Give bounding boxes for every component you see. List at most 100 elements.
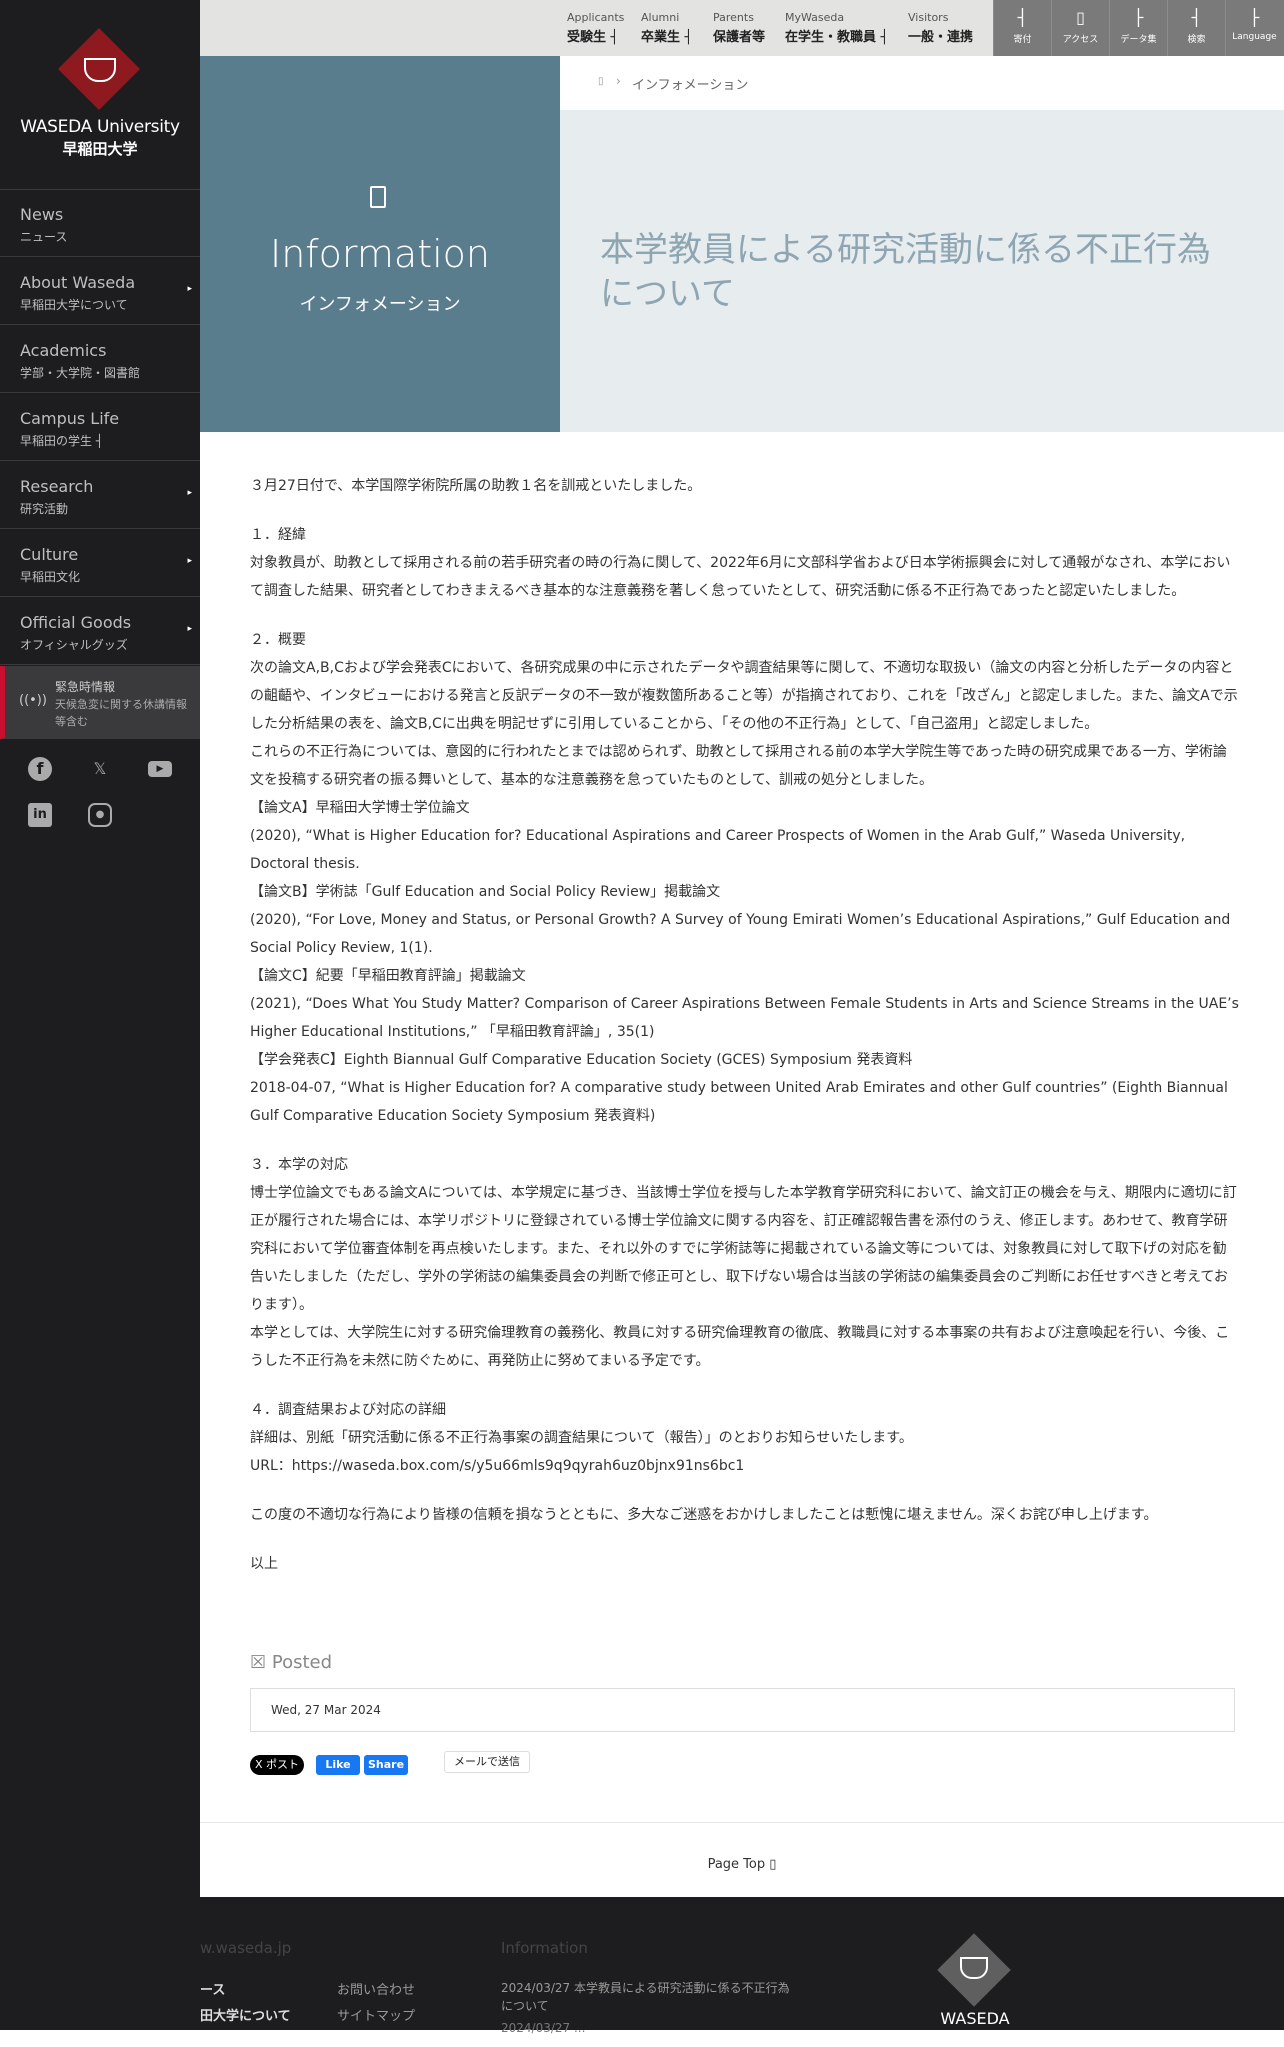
nav-item-official-goods[interactable]: Official Goods オフィシャルグッズ ▸	[0, 598, 200, 665]
article-paragraph: 【論文A】早稲田大学博士学位論文	[250, 800, 470, 816]
chevron-right-icon: ▸	[187, 556, 192, 566]
home-icon[interactable]: ▯	[598, 76, 604, 87]
broadcast-icon: ((•))	[19, 693, 47, 708]
search-icon: ┤	[1191, 8, 1202, 27]
youtube-icon[interactable]: ▶	[148, 761, 172, 777]
data-button[interactable]: ├ データ集	[1109, 0, 1167, 56]
article-paragraph: 【論文B】学術誌「Gulf Education and Social Polic…	[250, 884, 721, 900]
share-x-button[interactable]: X ポスト	[250, 1755, 304, 1775]
article-paragraph: ３月27日付で、本学国際学術院所属の助教１名を訓戒といたしました。	[250, 478, 702, 494]
search-button[interactable]: ┤ 検索	[1167, 0, 1225, 56]
article-paragraph: この度の不適切な行為により皆様の信頼を損なうとともに、多大なご迷惑をおかけしまし…	[250, 1507, 1158, 1523]
article-paragraph: 詳細は、別紙「研究活動に係る不正行為事案の調査結果について（報告）」のとおりお知…	[250, 1430, 913, 1446]
article-paragraph: 対象教員が、助教として採用される前の若手研究者の時の行為に関して、2022年6月…	[250, 555, 1231, 599]
footer-link-news[interactable]: ース	[200, 1979, 225, 1998]
article-paragraph: (2020), “For Love, Money and Status, or …	[250, 912, 1231, 956]
donate-icon: ┤	[1017, 8, 1028, 27]
breadcrumb-current: インフォメーション	[632, 78, 749, 93]
audience-en: Applicants	[567, 11, 625, 24]
facebook-like-button[interactable]: Like	[316, 1755, 360, 1775]
article-paragraph: 【論文C】紀要「早稲田教育評論」掲載論文	[250, 968, 526, 984]
article-paragraph: ３．本学の対応	[250, 1157, 348, 1173]
audience-link-visitors[interactable]: Visitors 一般・連携	[908, 11, 973, 45]
footer-link-about[interactable]: 田大学について	[200, 2005, 291, 2024]
page-top-link[interactable]: Page Top ▯	[200, 1857, 1284, 1872]
audience-link-mywaseda[interactable]: MyWaseda 在学生・教職員 ┤	[785, 11, 888, 45]
emergency-info-link[interactable]: ((•)) 緊急時情報 天候急変に関する休講情報等含む	[0, 666, 200, 739]
nav-label-ja: 早稲田の学生 ┤	[20, 434, 104, 448]
article-paragraph: 以上	[250, 1556, 278, 1572]
donate-button[interactable]: ┤ 寄付	[993, 0, 1051, 56]
tool-label: データ集	[1120, 35, 1157, 45]
audience-en: MyWaseda	[785, 11, 845, 24]
audience-en: Visitors	[908, 11, 949, 24]
chevron-right-icon: ▸	[187, 284, 192, 294]
nav-label-ja: ニュース	[20, 230, 68, 244]
section-hero: Information インフォメーション	[200, 56, 560, 432]
nav-item-academics[interactable]: Academics 学部・大学院・図書館	[0, 326, 200, 393]
email-share-button[interactable]: メールで送信	[444, 1751, 530, 1773]
x-twitter-icon[interactable]: 𝕏	[88, 757, 112, 781]
posted-heading: ☒ Posted	[250, 1652, 332, 1673]
article-paragraph: これらの不正行為については、意図的に行われたとまでは認められず、助教として採用さ…	[250, 744, 1227, 788]
facebook-icon[interactable]: f	[28, 757, 52, 781]
tool-label: アクセス	[1062, 35, 1099, 45]
map-pin-icon: ▯	[1076, 8, 1085, 27]
nav-label-ja: オフィシャルグッズ	[20, 638, 128, 652]
page-title: 本学教員による研究活動に係る不正行為について	[600, 230, 1211, 314]
language-button[interactable]: ├ Language	[1225, 0, 1283, 56]
crest-icon	[84, 58, 116, 82]
section-title-en: Information	[270, 232, 490, 276]
calendar-icon: ☒	[250, 1652, 272, 1673]
instagram-icon[interactable]: ●	[88, 803, 112, 827]
audience-link-alumni[interactable]: Alumni 卒業生 ┤	[641, 11, 692, 45]
nav-label-en: Academics	[20, 341, 107, 360]
article-paragraph: ２．概要	[250, 632, 306, 648]
audience-link-applicants[interactable]: Applicants 受験生 ┤	[567, 11, 624, 45]
crest-icon	[960, 1957, 988, 1979]
nav-item-about[interactable]: About Waseda 早稲田大学について ▸	[0, 258, 200, 325]
access-button[interactable]: ▯ アクセス	[1051, 0, 1109, 56]
facebook-share-button[interactable]: Share	[364, 1755, 408, 1775]
audience-link-parents[interactable]: Parents 保護者等	[713, 11, 765, 45]
footer-link-contact[interactable]: お問い合わせ	[337, 1979, 415, 1998]
nav-label-ja: 早稲田文化	[20, 570, 81, 584]
audience-ja: 保護者等	[713, 30, 766, 45]
article-paragraph: (2021), “Does What You Study Matter? Com…	[250, 996, 1239, 1040]
article-paragraph: 次の論文A,B,Cおよび学会発表Cにおいて、各研究成果の中に示されたデータや調査…	[250, 660, 1238, 732]
nav-label-en: News	[20, 205, 64, 224]
audience-ja: 在学生・教職員 ┤	[785, 30, 889, 45]
footer-link-sitemap[interactable]: サイトマップ	[337, 2005, 415, 2024]
divider	[200, 1822, 1284, 1823]
footer-info-item[interactable]: 2024/03/27 本学教員による研究活動に係る不正行為について	[501, 1979, 791, 2015]
nav-label-en: Culture	[20, 545, 79, 564]
data-icon: ├	[1133, 8, 1144, 27]
footer-logo-en[interactable]: WASEDA University	[900, 2009, 1050, 2047]
article-paragraph: (2020), “What is Higher Education for? E…	[250, 828, 1186, 872]
report-url-link[interactable]: URL：https://waseda.box.com/s/y5u66mls9q9…	[250, 1452, 1240, 1480]
linkedin-icon[interactable]: in	[28, 803, 52, 827]
chevron-right-icon: ▸	[187, 488, 192, 498]
article-paragraph: 【学会発表C】Eighth Biannual Gulf Comparative …	[250, 1052, 913, 1068]
university-logo[interactable]: WASEDA University 早稲田大学	[0, 0, 200, 190]
section-title-ja: インフォメーション	[299, 294, 461, 315]
nav-item-news[interactable]: News ニュース	[0, 190, 200, 257]
footer-site-url[interactable]: w.waseda.jp	[200, 1939, 291, 1957]
nav-item-campus-life[interactable]: Campus Life 早稲田の学生 ┤	[0, 394, 200, 461]
nav-item-culture[interactable]: Culture 早稲田文化 ▸	[0, 530, 200, 597]
footer-info-item[interactable]: 2024/03/27 ...	[501, 2021, 801, 2035]
nav-label-ja: 早稲田大学について	[20, 298, 128, 312]
breadcrumb: ▯ › インフォメーション	[560, 56, 1284, 110]
audience-ja: 受験生 ┤	[567, 30, 619, 45]
article-paragraph: １．経緯	[250, 527, 306, 543]
posted-label: Posted	[271, 1652, 333, 1673]
chevron-right-icon: ▸	[187, 624, 192, 634]
nav-label-en: About Waseda	[20, 273, 136, 292]
sidebar: WASEDA University 早稲田大学 News ニュース About …	[0, 0, 200, 2030]
nav-item-research[interactable]: Research 研究活動 ▸	[0, 462, 200, 529]
nav-label-ja: 研究活動	[20, 502, 69, 516]
